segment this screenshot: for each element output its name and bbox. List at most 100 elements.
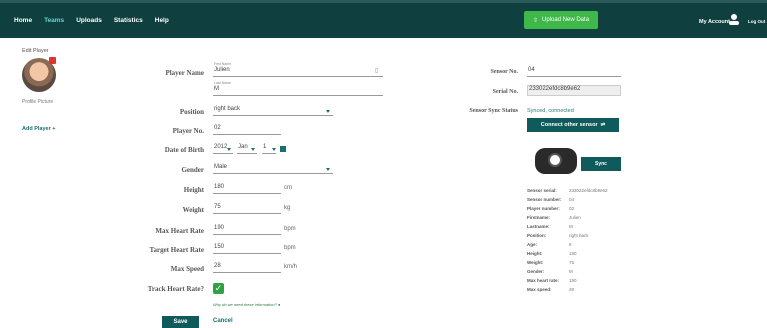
position-label: Position (179, 108, 204, 116)
trash-icon[interactable]: ▯ (375, 67, 378, 74)
sync-status-label: Sensor Sync Status (469, 108, 518, 114)
sensor-detail-key: Age: (527, 242, 537, 247)
logout-link[interactable]: Log Out (748, 19, 765, 24)
sensor-no-label: Sensor No. (490, 69, 518, 75)
last-name-mini-label: Last Name (214, 81, 231, 85)
position-select[interactable]: right back (213, 106, 333, 116)
sensor-detail-key: Max speed: (527, 287, 552, 292)
chevron-down-icon (326, 168, 330, 171)
player-no-label: Player No. (172, 127, 204, 135)
gender-label: Gender (181, 166, 204, 174)
first-name-mini-label: First Name (214, 62, 232, 66)
height-input[interactable]: 180 (213, 184, 281, 194)
weight-input[interactable]: 75 (213, 204, 281, 214)
sensor-detail-row: Firstname: Julien (527, 215, 581, 220)
max-heart-rate-input[interactable]: 190 (213, 225, 281, 235)
sensor-detail-row: Sensor number: 04 (527, 197, 574, 202)
upload-icon: ⇧ (532, 17, 538, 24)
nav-home[interactable]: Home (14, 17, 32, 24)
max-speed-label: Max Speed (170, 265, 204, 273)
sensor-detail-value: M (569, 224, 573, 229)
upload-label: Upload New Data (542, 17, 590, 23)
main-nav: Home Teams Uploads Statistics Help (14, 17, 169, 24)
sensor-detail-key: Firstname: (527, 215, 551, 220)
weight-label: Weight (182, 206, 204, 214)
weight-unit: kg (284, 205, 291, 211)
player-name-label: Player Name (165, 69, 204, 77)
sync-button[interactable]: Sync (581, 157, 621, 171)
sensor-detail-value: 233022efdc8b9e62 (569, 188, 608, 193)
serial-no-input: 233022efdc8b9e62 (527, 85, 621, 96)
sensor-detail-key: Weight: (527, 260, 544, 265)
sensor-detail-row: Max speed: 28 (527, 287, 574, 292)
why-info-link[interactable]: Why do we need these information? ● (213, 302, 280, 307)
sensor-detail-row: Weight: 75 (527, 260, 574, 265)
sensor-detail-value: 190 (569, 278, 577, 283)
player-no-input[interactable]: 02 (213, 125, 281, 135)
sensor-detail-row: Lastname: M (527, 224, 573, 229)
sensor-detail-row: Max heart rate: 190 (527, 278, 577, 283)
track-heart-rate-checkbox[interactable]: ✓ (213, 283, 224, 294)
nav-uploads[interactable]: Uploads (76, 17, 102, 24)
bluetooth-icon: ⇌ (600, 122, 606, 128)
why-info-text: Why do we need these information? (213, 302, 277, 307)
target-heart-rate-input[interactable]: 150 (213, 244, 281, 254)
serial-no-label: Serial No. (492, 89, 518, 95)
gender-select[interactable]: Male (213, 164, 333, 174)
sensor-detail-key: Sensor number: (527, 197, 562, 202)
save-button[interactable]: Save (162, 316, 199, 328)
nav-statistics[interactable]: Statistics (114, 17, 143, 24)
max-heart-rate-label: Max Heart Rate (155, 227, 204, 235)
sidebar-title: Edit Player (22, 48, 49, 54)
sensor-detail-key: Gender: (527, 269, 545, 274)
target-heart-rate-unit: bpm (284, 245, 296, 251)
max-speed-input[interactable]: 28 (213, 263, 281, 273)
last-name-input[interactable]: M (213, 86, 383, 96)
remove-photo-icon[interactable] (49, 57, 56, 64)
upload-new-data-button[interactable]: ⇧ Upload New Data (524, 11, 598, 29)
sensor-detail-value: 180 (569, 251, 577, 256)
max-heart-rate-unit: bpm (284, 226, 296, 232)
sensor-detail-row: Position: right back (527, 233, 589, 238)
nav-teams[interactable]: Teams (44, 17, 64, 24)
sensor-detail-key: Max heart rate: (527, 278, 560, 283)
chevron-down-icon (326, 110, 330, 113)
sensor-button-icon (548, 153, 562, 167)
sensor-detail-value: Julien (569, 215, 581, 220)
sync-status-value: Synced, connected (527, 108, 574, 114)
my-account-link[interactable]: My Account (699, 19, 730, 25)
profile-picture-label: Profile Picture (22, 99, 54, 105)
sensor-detail-value: 6 (569, 242, 572, 247)
chevron-down-icon (227, 148, 231, 151)
sensor-detail-row: Gender: M (527, 269, 573, 274)
sensor-detail-value: 28 (569, 287, 575, 292)
sensor-detail-row: Player number: 02 (527, 206, 574, 211)
user-icon[interactable] (728, 13, 740, 25)
sensor-detail-row: Age: 6 (527, 242, 572, 247)
calendar-icon[interactable] (280, 146, 286, 152)
sensor-detail-row: Sensor serial: 233022efdc8b9e62 (527, 188, 608, 193)
sensor-detail-key: Sensor serial: (527, 188, 557, 193)
max-speed-unit: km/h (284, 264, 298, 270)
sensor-detail-value: 02 (569, 206, 575, 211)
sensor-detail-key: Player number: (527, 206, 560, 211)
top-navbar: Home Teams Uploads Statistics Help ⇧ Upl… (0, 0, 767, 38)
nav-help[interactable]: Help (155, 17, 169, 24)
target-heart-rate-label: Target Heart Rate (149, 246, 204, 254)
connect-other-sensor-button[interactable]: Connect other sensor ⇌ (527, 118, 619, 132)
height-label: Height (183, 186, 204, 194)
sensor-detail-value: 75 (569, 260, 575, 265)
sensor-detail-key: Lastname: (527, 224, 550, 229)
sensor-detail-value: right back (569, 233, 589, 238)
sensor-detail-row: Height: 180 (527, 251, 577, 256)
sensor-detail-value: M (569, 269, 573, 274)
connect-label: Connect other sensor (540, 122, 598, 128)
sensor-detail-key: Position: (527, 233, 547, 238)
chevron-down-icon (251, 148, 255, 151)
cancel-button[interactable]: Cancel (213, 318, 233, 324)
first-name-input[interactable]: Julien (213, 67, 383, 77)
help-icon: ● (277, 302, 281, 307)
dob-label: Date of Birth (164, 146, 204, 154)
height-unit: cm (284, 185, 292, 191)
sensor-no-input[interactable]: 04 (527, 67, 621, 77)
